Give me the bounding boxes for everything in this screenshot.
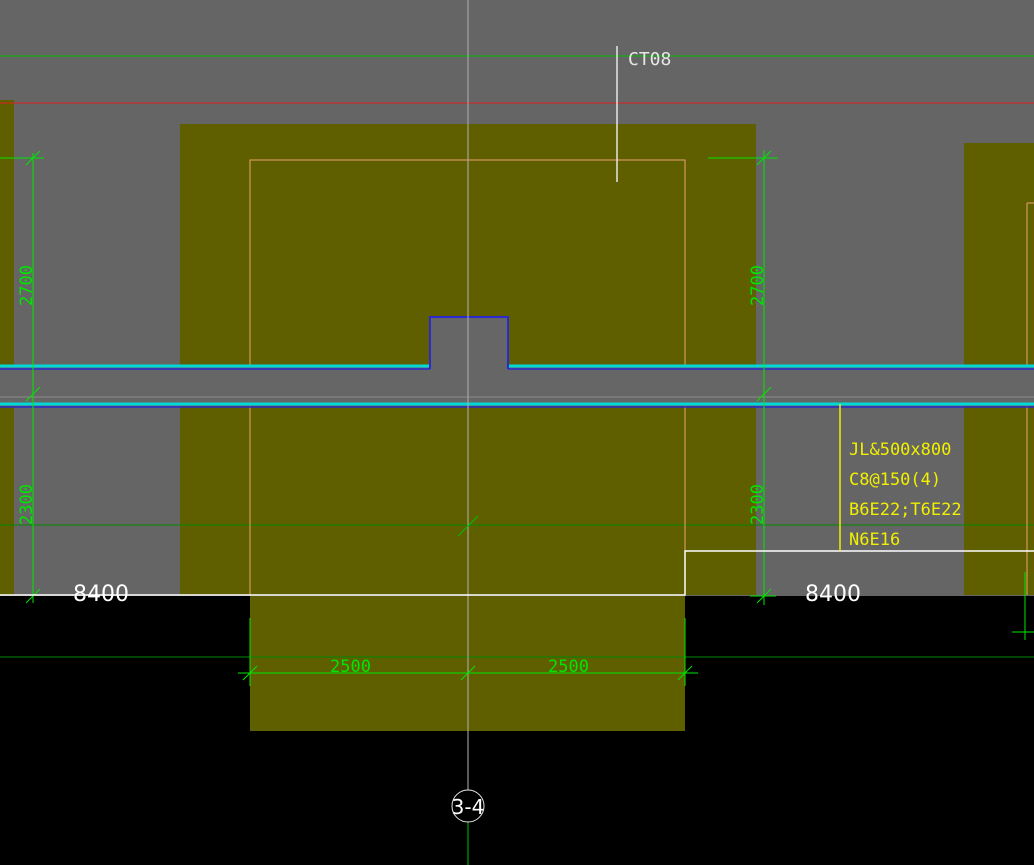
beam-annotation-line1: JL&500x800 [849,440,951,460]
beam-band[interactable] [0,366,1034,406]
beam-annotation-line3: B6E22;T6E22 [849,500,962,520]
left-dim-upper-label: 2700 [17,265,37,306]
column-stub[interactable] [430,317,508,369]
right-dim-upper-label: 2700 [748,265,768,306]
beam-annotation-line2: C8@150(4) [849,470,941,490]
beam-annotation-line4: N6E16 [849,530,900,550]
cap-tag-label[interactable]: CT08 [628,49,671,70]
cad-drawing-canvas[interactable]: CT08 2700 2300 2700 2300 8400 8400 JL&50… [0,0,1034,865]
bottom-dim-right-label: 2500 [548,657,589,677]
right-dim-lower-label: 2300 [748,484,768,525]
axis-bubble-label: 3-4 [452,795,485,819]
span-left-label[interactable]: 8400 [73,582,129,607]
bottom-dim-left-label: 2500 [330,657,371,677]
left-footing-strip[interactable] [0,100,14,595]
span-right-label[interactable]: 8400 [805,582,861,607]
left-dim-lower-label: 2300 [17,484,37,525]
